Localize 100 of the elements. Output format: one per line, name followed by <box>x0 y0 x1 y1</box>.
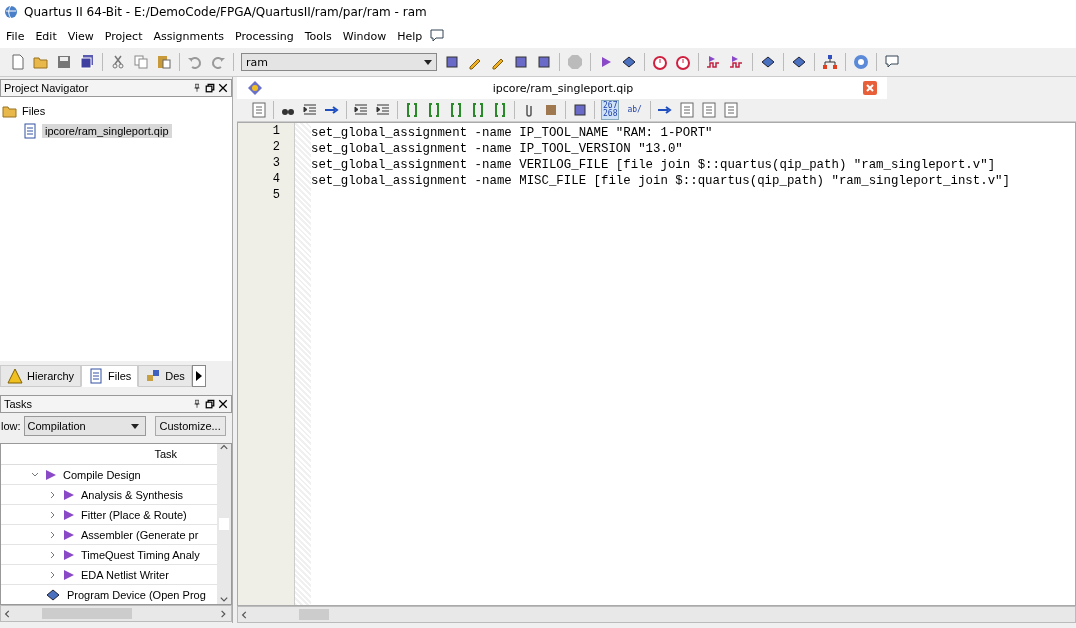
tree-item[interactable]: Files <box>22 105 46 117</box>
task-label: TimeQuest Timing Analy <box>81 548 200 561</box>
task-row[interactable]: Compile Design <box>1 465 217 485</box>
waveform-icon[interactable] <box>729 54 745 70</box>
warning-icon[interactable] <box>7 368 23 384</box>
text-lines-icon[interactable] <box>700 102 717 118</box>
restore-icon[interactable] <box>205 399 215 409</box>
bracket-icon[interactable] <box>426 102 442 118</box>
menu-item[interactable]: File <box>2 29 32 43</box>
vertical-scrollbar[interactable] <box>217 444 231 604</box>
task-row[interactable]: Fitter (Place & Route) <box>1 505 217 525</box>
line-number: 1 <box>271 123 281 139</box>
waveform-icon[interactable] <box>706 54 722 70</box>
chevron-right-icon[interactable] <box>49 550 57 559</box>
speech-bubble-icon[interactable] <box>884 54 900 70</box>
stopwatch-icon[interactable] <box>652 54 668 70</box>
menu-item[interactable]: Edit <box>31 29 64 43</box>
pin-icon[interactable] <box>192 83 202 93</box>
bracket-icon[interactable] <box>492 102 508 118</box>
indent-icon[interactable] <box>375 102 391 118</box>
menu-item[interactable]: Assignments <box>149 29 231 43</box>
bracket-icon[interactable] <box>470 102 486 118</box>
folder-icon[interactable] <box>2 103 18 119</box>
tab[interactable]: Files <box>81 365 139 387</box>
horizontal-scrollbar[interactable] <box>0 605 232 622</box>
project-combo[interactable]: ram <box>241 53 437 71</box>
tab[interactable]: Des <box>138 365 192 387</box>
task-label: EDA Netlist Writer <box>81 568 169 581</box>
redo-icon[interactable] <box>210 54 226 70</box>
menu-item[interactable]: Help <box>393 29 430 43</box>
play-icon <box>45 468 57 481</box>
menu-item[interactable]: Window <box>338 29 394 43</box>
undo-icon[interactable] <box>187 54 203 70</box>
indent-icon[interactable] <box>302 102 318 118</box>
task-label: Compile Design <box>63 468 141 481</box>
code-line: set_global_assignment -name IP_TOOL_VERSION "13.0" <box>311 141 684 157</box>
panel-header: Tasks <box>0 395 232 413</box>
paste-icon[interactable] <box>156 54 172 70</box>
task-row[interactable]: Assembler (Generate pr <box>1 525 217 545</box>
line-number: 3 <box>271 155 281 171</box>
speech-bubble-icon[interactable] <box>429 28 446 44</box>
chevron-right-icon[interactable] <box>49 530 57 539</box>
play-icon <box>63 508 75 521</box>
task-row[interactable]: Analysis & Synthesis <box>1 485 217 505</box>
line-number: 5 <box>271 187 281 203</box>
menu-item[interactable]: Tools <box>300 29 339 43</box>
text-lines-icon[interactable] <box>678 102 695 118</box>
task-label: Analysis & Synthesis <box>81 488 184 501</box>
bracket-icon[interactable] <box>448 102 464 118</box>
task-row[interactable]: TimeQuest Timing Analy <box>1 545 217 565</box>
document-icon[interactable] <box>88 368 105 384</box>
code-line: set_global_assignment -name IP_TOOL_NAME "RAM: 1-PORT" <box>311 125 714 141</box>
toolbar-toggle[interactable]: ab/ <box>625 104 644 116</box>
help-icon[interactable] <box>853 54 869 70</box>
chevron-right-icon[interactable] <box>49 490 57 499</box>
toolbar-toggle[interactable]: 267 268 <box>601 100 620 120</box>
flow-combo[interactable]: Compilation <box>23 416 146 436</box>
pin-icon[interactable] <box>192 399 202 409</box>
file-tab[interactable]: ipcore/ram_singleport.qip <box>237 77 887 99</box>
play-icon <box>63 528 75 541</box>
chevron-right-icon[interactable] <box>49 510 57 519</box>
play-icon <box>63 568 75 581</box>
line-number: 2 <box>271 139 281 155</box>
tab[interactable]: Hierarchy <box>0 365 82 387</box>
play-icon <box>63 548 75 561</box>
restore-icon[interactable] <box>205 83 215 93</box>
hierarchy-icon[interactable] <box>822 54 838 70</box>
stopwatch-icon[interactable] <box>675 54 691 70</box>
bracket-icon[interactable] <box>404 102 420 118</box>
scroll-thumb[interactable] <box>42 608 132 619</box>
panel-header: Project Navigator <box>0 79 232 97</box>
indent-icon[interactable] <box>353 102 369 118</box>
text-lines-icon[interactable] <box>251 102 267 118</box>
chevron-right-icon[interactable] <box>49 570 57 579</box>
line-number: 4 <box>271 171 281 187</box>
chevron-down-icon[interactable] <box>31 470 39 479</box>
blocks-icon[interactable] <box>145 368 162 384</box>
scroll-thumb[interactable] <box>299 609 329 620</box>
open-folder-icon[interactable] <box>33 54 49 70</box>
triangle-right-icon <box>195 371 202 381</box>
new-file-icon[interactable] <box>10 54 26 70</box>
menu-item[interactable]: View <box>63 29 101 43</box>
customize-button[interactable]: Customize... <box>154 416 226 436</box>
menu-item[interactable]: Processing <box>231 29 301 43</box>
text-lines-icon[interactable] <box>722 102 739 118</box>
window-title: Quartus II 64-Bit - E:/DemoCode/FPGA/QuartusII/ram/par/ram - ram <box>24 5 427 19</box>
copy-icon[interactable] <box>133 54 149 70</box>
globe-icon <box>4 5 18 19</box>
code-line: set_global_assignment -name MISC_FILE [file join $::quartus(qip_path) "ram_singleport_inst.v"] <box>311 173 1010 189</box>
document-icon[interactable] <box>22 123 38 139</box>
menu-item[interactable]: Project <box>100 29 150 43</box>
cut-icon[interactable] <box>110 54 126 70</box>
task-label: Fitter (Place & Route) <box>81 508 187 521</box>
task-row[interactable]: EDA Netlist Writer <box>1 565 217 585</box>
save-icon[interactable] <box>56 54 72 70</box>
close-icon[interactable] <box>218 83 228 93</box>
horizontal-scrollbar[interactable] <box>237 606 1076 623</box>
close-icon[interactable] <box>218 399 228 409</box>
task-label: Program Device (Open Prog <box>67 588 206 601</box>
tree-item[interactable]: ipcore/ram_singleport.qip <box>42 124 172 138</box>
